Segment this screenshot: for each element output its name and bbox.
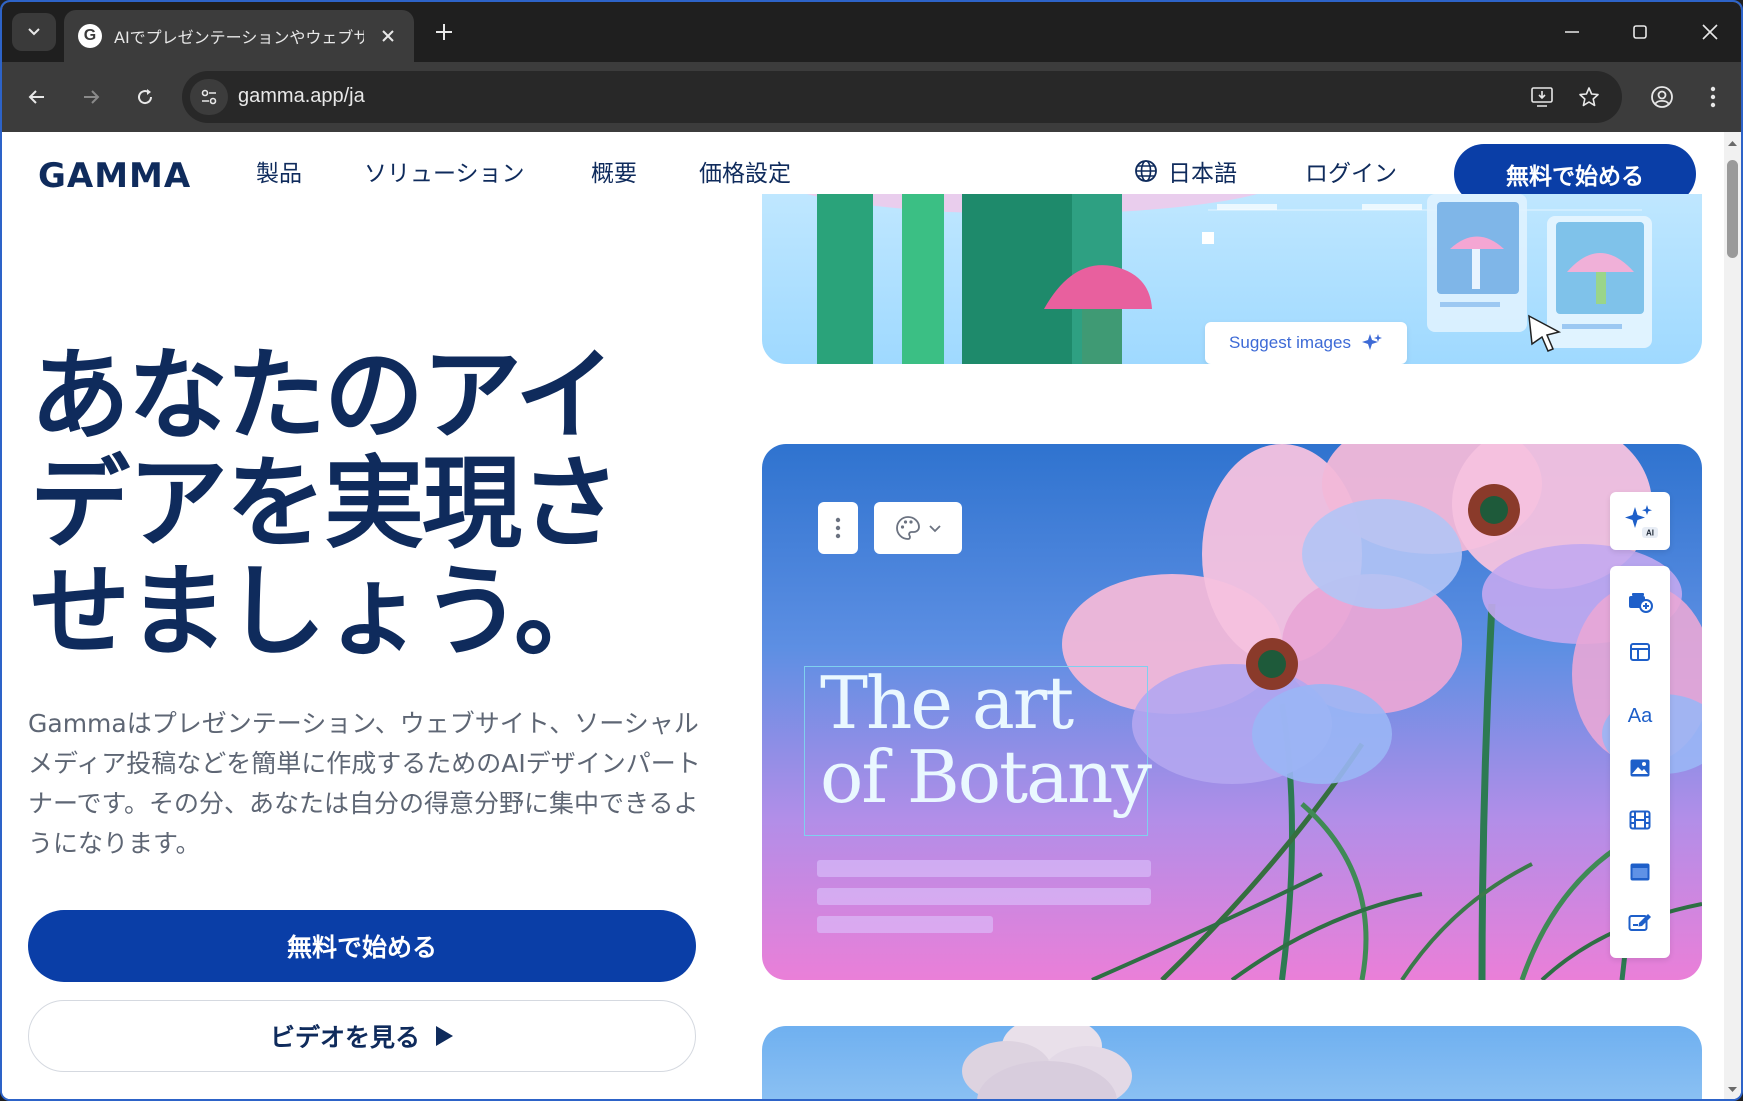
layout-tool[interactable] bbox=[1624, 636, 1656, 668]
address-bar[interactable]: gamma.app/ja bbox=[182, 71, 1622, 123]
reload-icon bbox=[138, 89, 153, 105]
ai-badge: AI bbox=[1646, 529, 1654, 538]
ai-sparkle-icon: AI bbox=[1625, 505, 1658, 538]
language-label: 日本語 bbox=[1168, 161, 1237, 187]
card-menu-button[interactable] bbox=[818, 502, 858, 554]
tab-active[interactable]: G AIでプレゼンテーションやウェブサイトを bbox=[64, 10, 414, 62]
embed-tool[interactable] bbox=[1624, 856, 1656, 888]
arrow-left-icon bbox=[28, 90, 44, 104]
suggest-images-label: Suggest images bbox=[1229, 333, 1351, 352]
watch-video-button[interactable]: ビデオを見る bbox=[28, 1000, 696, 1072]
video-tool[interactable] bbox=[1624, 804, 1656, 836]
language-selector[interactable]: 日本語 bbox=[1134, 154, 1237, 188]
add-card-tool[interactable] bbox=[1624, 586, 1656, 618]
star-icon bbox=[1579, 87, 1599, 107]
placeholder-text-line bbox=[817, 860, 1151, 877]
card-toolstrip: Aa bbox=[1610, 566, 1670, 958]
nav-pricing[interactable]: 価格設定 bbox=[699, 154, 791, 188]
start-free-button[interactable]: 無料で始める bbox=[28, 910, 696, 982]
maximize-icon bbox=[1633, 25, 1647, 39]
chevron-down-icon bbox=[929, 525, 941, 533]
card-mushroom-preview: Suggest images bbox=[762, 194, 1702, 364]
film-icon bbox=[1629, 810, 1651, 830]
back-button[interactable] bbox=[18, 78, 56, 116]
edit-box-icon bbox=[1628, 914, 1651, 931]
hero-subtitle: Gammaはプレゼンテーション、ウェブサイト、ソーシャルメディア投稿などを簡単に… bbox=[28, 709, 701, 858]
more-vert-icon bbox=[1710, 86, 1716, 108]
play-icon bbox=[436, 1026, 453, 1046]
new-tab-button[interactable] bbox=[428, 16, 460, 48]
nav-solutions[interactable]: ソリューション bbox=[364, 154, 525, 188]
chevron-down-icon bbox=[28, 28, 40, 36]
window-icon bbox=[1630, 863, 1650, 881]
card-title-line: of Botany bbox=[820, 735, 1152, 819]
sparkle-icon bbox=[1361, 334, 1382, 350]
browser-window: G AIでプレゼンテーションやウェブサイトを bbox=[0, 0, 1743, 1101]
gamma-favicon-icon: G bbox=[78, 24, 102, 48]
text-style-tool[interactable]: Aa bbox=[1624, 700, 1656, 732]
ai-assist-button[interactable]: AI bbox=[1610, 492, 1670, 550]
account-icon bbox=[1651, 86, 1673, 108]
scroll-up-arrow-icon[interactable] bbox=[1727, 138, 1738, 149]
card-cloud-preview bbox=[762, 1026, 1702, 1099]
placeholder-text-line bbox=[817, 888, 1151, 905]
more-vert-icon bbox=[835, 517, 841, 539]
forward-button[interactable] bbox=[72, 78, 110, 116]
hero-title: あなたのアイ デアを実現さ せましょう。 bbox=[30, 342, 690, 666]
suggest-images-button[interactable]: Suggest images bbox=[1205, 322, 1407, 364]
card-style-button[interactable] bbox=[874, 502, 962, 554]
layout-icon bbox=[1630, 643, 1650, 661]
form-tool[interactable] bbox=[1624, 906, 1656, 938]
placeholder-text-line bbox=[817, 916, 993, 933]
url-text: gamma.app/ja bbox=[238, 85, 365, 107]
globe-icon bbox=[1135, 160, 1157, 182]
tab-title: AIでプレゼンテーションやウェブサイトを bbox=[114, 28, 364, 47]
bookmark-button[interactable] bbox=[1572, 80, 1606, 114]
scrollbar-thumb[interactable] bbox=[1727, 160, 1738, 258]
hero-title-line: あなたのアイ bbox=[30, 337, 615, 454]
close-icon bbox=[1702, 24, 1718, 40]
hero-title-line: せましょう。 bbox=[30, 553, 614, 670]
add-card-icon bbox=[1629, 593, 1653, 613]
page-content: GAMMA 製品 ソリューション 概要 価格設定 日本語 ログイン 無料で始める… bbox=[2, 132, 1724, 1099]
palette-icon bbox=[896, 516, 920, 540]
profile-button[interactable] bbox=[1643, 78, 1681, 116]
scroll-down-arrow-icon[interactable] bbox=[1727, 1084, 1738, 1095]
image-tool[interactable] bbox=[1624, 752, 1656, 784]
minimize-icon bbox=[1565, 31, 1579, 33]
menu-button[interactable] bbox=[1694, 78, 1732, 116]
cloud-illustration bbox=[962, 1026, 1132, 1099]
watch-video-label: ビデオを見る bbox=[269, 1023, 420, 1052]
gamma-logo[interactable]: GAMMA bbox=[38, 156, 191, 196]
image-icon bbox=[1630, 759, 1650, 777]
page-scrollbar[interactable] bbox=[1724, 132, 1741, 1099]
maximize-button[interactable] bbox=[1616, 12, 1664, 52]
install-app-button[interactable] bbox=[1525, 80, 1559, 114]
close-icon bbox=[382, 30, 394, 42]
nav-overview[interactable]: 概要 bbox=[591, 154, 637, 188]
plus-icon bbox=[436, 24, 452, 40]
site-info-button[interactable] bbox=[190, 79, 228, 115]
install-icon bbox=[1531, 87, 1553, 107]
login-link[interactable]: ログイン bbox=[1305, 154, 1397, 188]
close-window-button[interactable] bbox=[1686, 12, 1734, 52]
hero-title-line: デアを実現さ bbox=[30, 445, 620, 562]
tab-strip: G AIでプレゼンテーションやウェブサイトを bbox=[2, 2, 1741, 62]
tab-search-button[interactable] bbox=[12, 13, 56, 51]
browser-toolbar: gamma.app/ja bbox=[2, 62, 1741, 132]
tab-close-button[interactable] bbox=[376, 24, 400, 48]
nav-products[interactable]: 製品 bbox=[256, 154, 302, 188]
card-title-line: The art bbox=[820, 661, 1074, 745]
tune-icon bbox=[201, 89, 217, 105]
card-botany: The art of Botany AI Aa bbox=[762, 444, 1702, 980]
arrow-right-icon bbox=[84, 90, 100, 104]
minimize-button[interactable] bbox=[1548, 12, 1596, 52]
card-title: The art of Botany bbox=[820, 661, 1152, 819]
reload-button[interactable] bbox=[126, 78, 164, 116]
